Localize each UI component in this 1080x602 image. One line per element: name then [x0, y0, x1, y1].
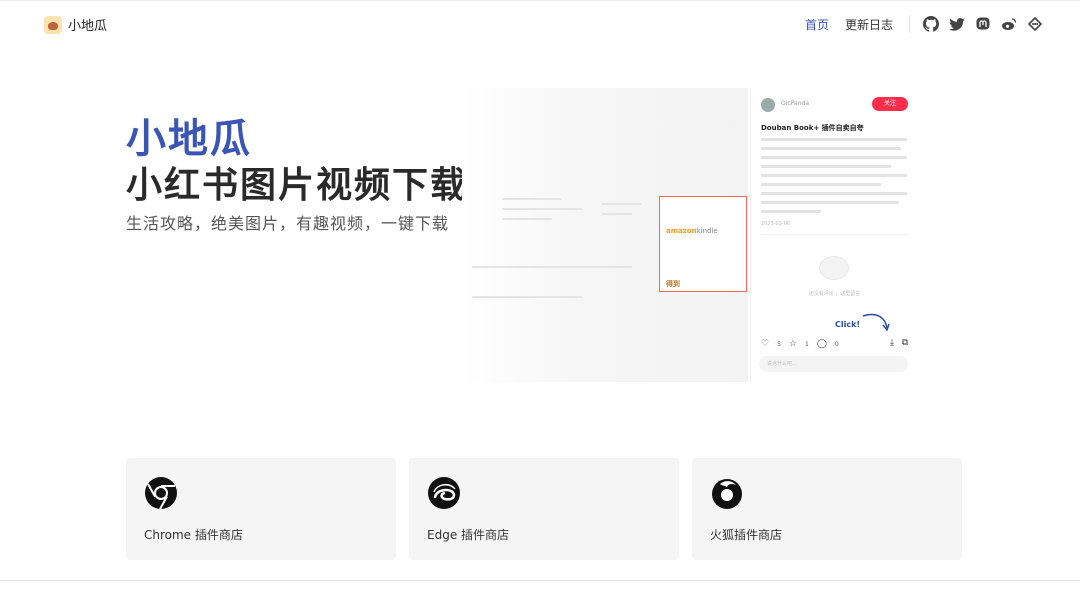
brand[interactable]: 小地瓜 — [44, 15, 107, 34]
avatar — [761, 98, 775, 112]
firefox-store-card[interactable]: 火狐插件商店 — [692, 458, 962, 560]
kindle-text: kindle — [696, 227, 718, 235]
comment-input[interactable]: 说点什么吧... — [759, 356, 908, 372]
preview-page-background: amazonkindle 得到 — [462, 88, 748, 382]
hero-tagline: 生活攻略，绝美图片，有趣视频，一键下载 — [126, 214, 450, 233]
sweet-potato-logo-icon — [44, 15, 62, 34]
nav-home-link[interactable]: 首页 — [805, 16, 829, 33]
post-text-line — [761, 174, 907, 177]
post-actions: ♡ 5 ☆ 1 ◯ 0 — [761, 339, 839, 349]
follow-button[interactable]: 关注 — [872, 97, 908, 111]
firefox-store-label: 火狐插件商店 — [710, 528, 783, 542]
nav-divider — [909, 15, 910, 33]
click-hint: Click! — [835, 320, 861, 329]
amazon-text: amazon — [666, 227, 697, 235]
panel-line — [666, 266, 740, 274]
douban-book-panel: amazonkindle 得到 — [659, 196, 747, 292]
panel-line — [666, 201, 740, 209]
weibo-icon[interactable] — [1000, 15, 1018, 33]
preview-post-panel: OicPanda 关注 Douban Book+ 插件自卖自夸 2023-03-… — [750, 88, 918, 382]
chrome-icon — [145, 477, 177, 510]
twitter-icon[interactable] — [948, 15, 966, 33]
chrome-store-label: Chrome 插件商店 — [144, 528, 243, 542]
edge-icon — [428, 477, 460, 509]
post-text-line — [761, 138, 907, 141]
github-icon[interactable] — [922, 15, 940, 33]
post-text-line — [761, 192, 907, 195]
post-text-line — [761, 165, 891, 168]
panel-line — [666, 240, 740, 248]
star-icon[interactable]: ☆ — [789, 339, 797, 349]
post-text-line — [761, 156, 907, 159]
mastodon-icon[interactable] — [974, 15, 992, 33]
firefox-icon — [712, 479, 742, 509]
comment-count: 0 — [834, 340, 839, 348]
curved-arrow-icon — [862, 313, 890, 332]
like-count: 5 — [777, 340, 781, 348]
comment-icon[interactable]: ◯ — [817, 339, 827, 349]
divider — [761, 234, 908, 235]
post-text-line — [761, 210, 821, 213]
panel-line — [666, 214, 740, 222]
post-text-line — [761, 183, 881, 186]
empty-comment-icon — [819, 256, 849, 280]
chrome-store-card[interactable]: Chrome 插件商店 — [126, 458, 396, 560]
top-nav-bar: 小地瓜 首页 更新日志 — [0, 0, 1080, 48]
star-count: 1 — [804, 340, 809, 348]
post-date: 2023-03-06 — [761, 221, 791, 227]
dedao-badge: 得到 — [666, 280, 680, 288]
panel-line — [666, 253, 740, 261]
post-text-line — [761, 147, 901, 150]
download-icon[interactable]: ⤓ — [890, 338, 894, 348]
post-text-line — [761, 201, 899, 204]
heart-icon[interactable]: ♡ — [761, 339, 769, 349]
amazon-kindle-label: amazonkindle — [666, 227, 740, 235]
footer-divider — [0, 580, 1080, 581]
edge-store-card[interactable]: Edge 插件商店 — [409, 458, 679, 560]
username: OicPanda — [781, 100, 810, 107]
share-icon[interactable]: ⧉ — [902, 338, 908, 348]
brand-name: 小地瓜 — [68, 19, 108, 34]
post-title: Douban Book+ 插件自卖自夸 — [761, 124, 864, 132]
nav-links: 首页 更新日志 — [805, 15, 1044, 33]
nav-changelog-link[interactable]: 更新日志 — [845, 16, 893, 33]
preview-screenshot: amazonkindle 得到 OicPanda 关注 Douban Book+… — [462, 88, 918, 382]
link-icon[interactable] — [1026, 15, 1044, 33]
edge-store-label: Edge 插件商店 — [427, 528, 510, 542]
empty-comment-text: 还没有评论 ，这里留言 — [808, 291, 861, 297]
